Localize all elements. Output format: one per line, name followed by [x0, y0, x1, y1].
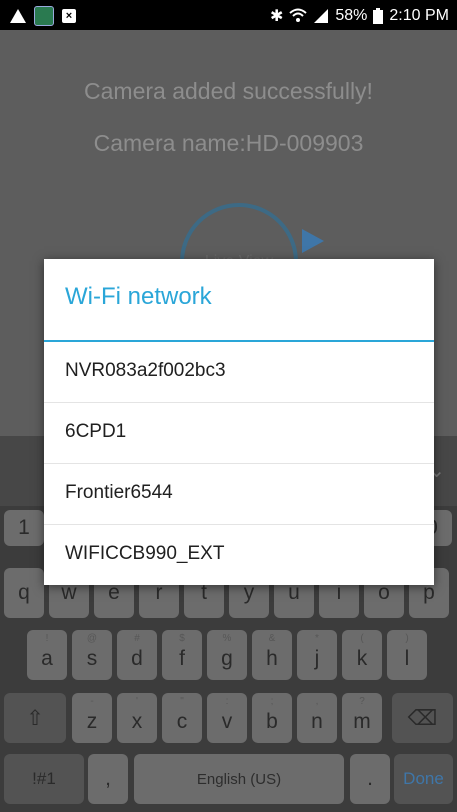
key-secondary-char: !: [45, 633, 49, 644]
key-b[interactable]: ; b: [252, 693, 292, 743]
network-item-2[interactable]: 6CPD1: [44, 403, 434, 464]
key-char: v: [221, 710, 233, 733]
signal-icon: [314, 9, 329, 23]
key-char: l: [404, 647, 410, 670]
key-v[interactable]: :v: [207, 693, 247, 743]
key-char: s: [86, 647, 98, 670]
key-k[interactable]: (k: [342, 630, 382, 680]
key-secondary-char: ": [180, 696, 184, 707]
key-secondary-char: %: [222, 633, 232, 644]
status-bar-left: ×: [10, 6, 76, 26]
key-char: m: [353, 710, 371, 733]
network-ssid: WIFICCB990_EXT: [65, 543, 225, 564]
success-message: Camera added successfully!: [84, 78, 373, 104]
key-d[interactable]: # d: [117, 630, 157, 680]
network-ssid: NVR083a2f002bc3: [65, 360, 226, 381]
battery-icon: [373, 8, 384, 24]
camera-name: Camera name:HD-009903: [93, 130, 364, 156]
dialog-title: Wi-Fi network: [65, 283, 212, 310]
key-char: h: [266, 647, 278, 670]
key-secondary-char: &: [268, 633, 276, 644]
key-j[interactable]: * j: [297, 630, 337, 680]
backspace-key[interactable]: ⌫: [392, 693, 453, 743]
key-s[interactable]: @ s: [72, 630, 112, 680]
wifi-network-dialog: Wi-Fi network NVR083a2f002bc3 6CPD1 Fron…: [44, 259, 434, 585]
bluetooth-icon: ✱: [269, 8, 284, 25]
key-x[interactable]: ' x: [117, 693, 157, 743]
key-secondary-char: -: [90, 696, 94, 707]
key-char: n: [311, 710, 323, 733]
period-key[interactable]: .: [350, 754, 390, 804]
key-l[interactable]: ) l: [387, 630, 427, 680]
network-item-1[interactable]: NVR083a2f002bc3: [44, 342, 434, 403]
play-arrow-icon: [302, 229, 324, 253]
warning-icon: [10, 9, 26, 23]
status-bar: × ✱ 58% 2:10 PM: [0, 0, 457, 30]
symbols-key[interactable]: !#1: [4, 754, 84, 804]
comma-key[interactable]: ,: [88, 754, 128, 804]
key-n[interactable]: ,n: [297, 693, 337, 743]
key-c[interactable]: " c: [162, 693, 202, 743]
key-q[interactable]: q: [4, 568, 44, 618]
network-item-4[interactable]: WIFICCB990_EXT: [44, 525, 434, 586]
key-char: a: [41, 647, 53, 670]
key-char: f: [179, 647, 185, 670]
network-ssid: Frontier6544: [65, 482, 173, 503]
network-item-3[interactable]: Frontier6544: [44, 464, 434, 525]
space-key[interactable]: English (US): [134, 754, 344, 804]
key-char: c: [176, 710, 188, 733]
key-char: j: [314, 647, 320, 670]
app-icon: [34, 6, 54, 26]
key-secondary-char: ': [136, 696, 138, 707]
key-char: k: [356, 647, 368, 670]
battery-percent: 58%: [335, 7, 368, 24]
key-secondary-char: #: [134, 633, 140, 644]
key-secondary-char: ): [405, 633, 409, 644]
key-char: x: [131, 710, 143, 733]
key-secondary-char: ;: [270, 696, 274, 707]
key-f[interactable]: $ f: [162, 630, 202, 680]
key-char: b: [266, 710, 278, 733]
key-m[interactable]: ? m: [342, 693, 382, 743]
key-h[interactable]: & h: [252, 630, 292, 680]
key-secondary-char: ,: [315, 696, 319, 707]
key-secondary-char: :: [225, 696, 229, 707]
shift-key[interactable]: ⇧: [4, 693, 66, 743]
key-g[interactable]: % g: [207, 630, 247, 680]
key-secondary-char: $: [179, 633, 185, 644]
close-icon: ×: [62, 9, 76, 23]
key-secondary-char: @: [86, 633, 98, 644]
key-char: g: [221, 647, 233, 670]
network-ssid: 6CPD1: [65, 421, 127, 442]
key-1[interactable]: 1: [4, 510, 44, 546]
key-secondary-char: ?: [359, 696, 365, 707]
key-secondary-char: (: [360, 633, 364, 644]
key-char: d: [131, 647, 143, 670]
wifi-icon: [289, 8, 308, 22]
key-a[interactable]: ! a: [27, 630, 67, 680]
key-secondary-char: *: [315, 633, 319, 644]
clock: 2:10 PM: [389, 7, 449, 24]
done-key[interactable]: Done: [394, 754, 453, 804]
key-z[interactable]: -z: [72, 693, 112, 743]
status-bar-right: ✱ 58% 2:10 PM: [270, 6, 449, 26]
key-char: z: [86, 710, 98, 733]
